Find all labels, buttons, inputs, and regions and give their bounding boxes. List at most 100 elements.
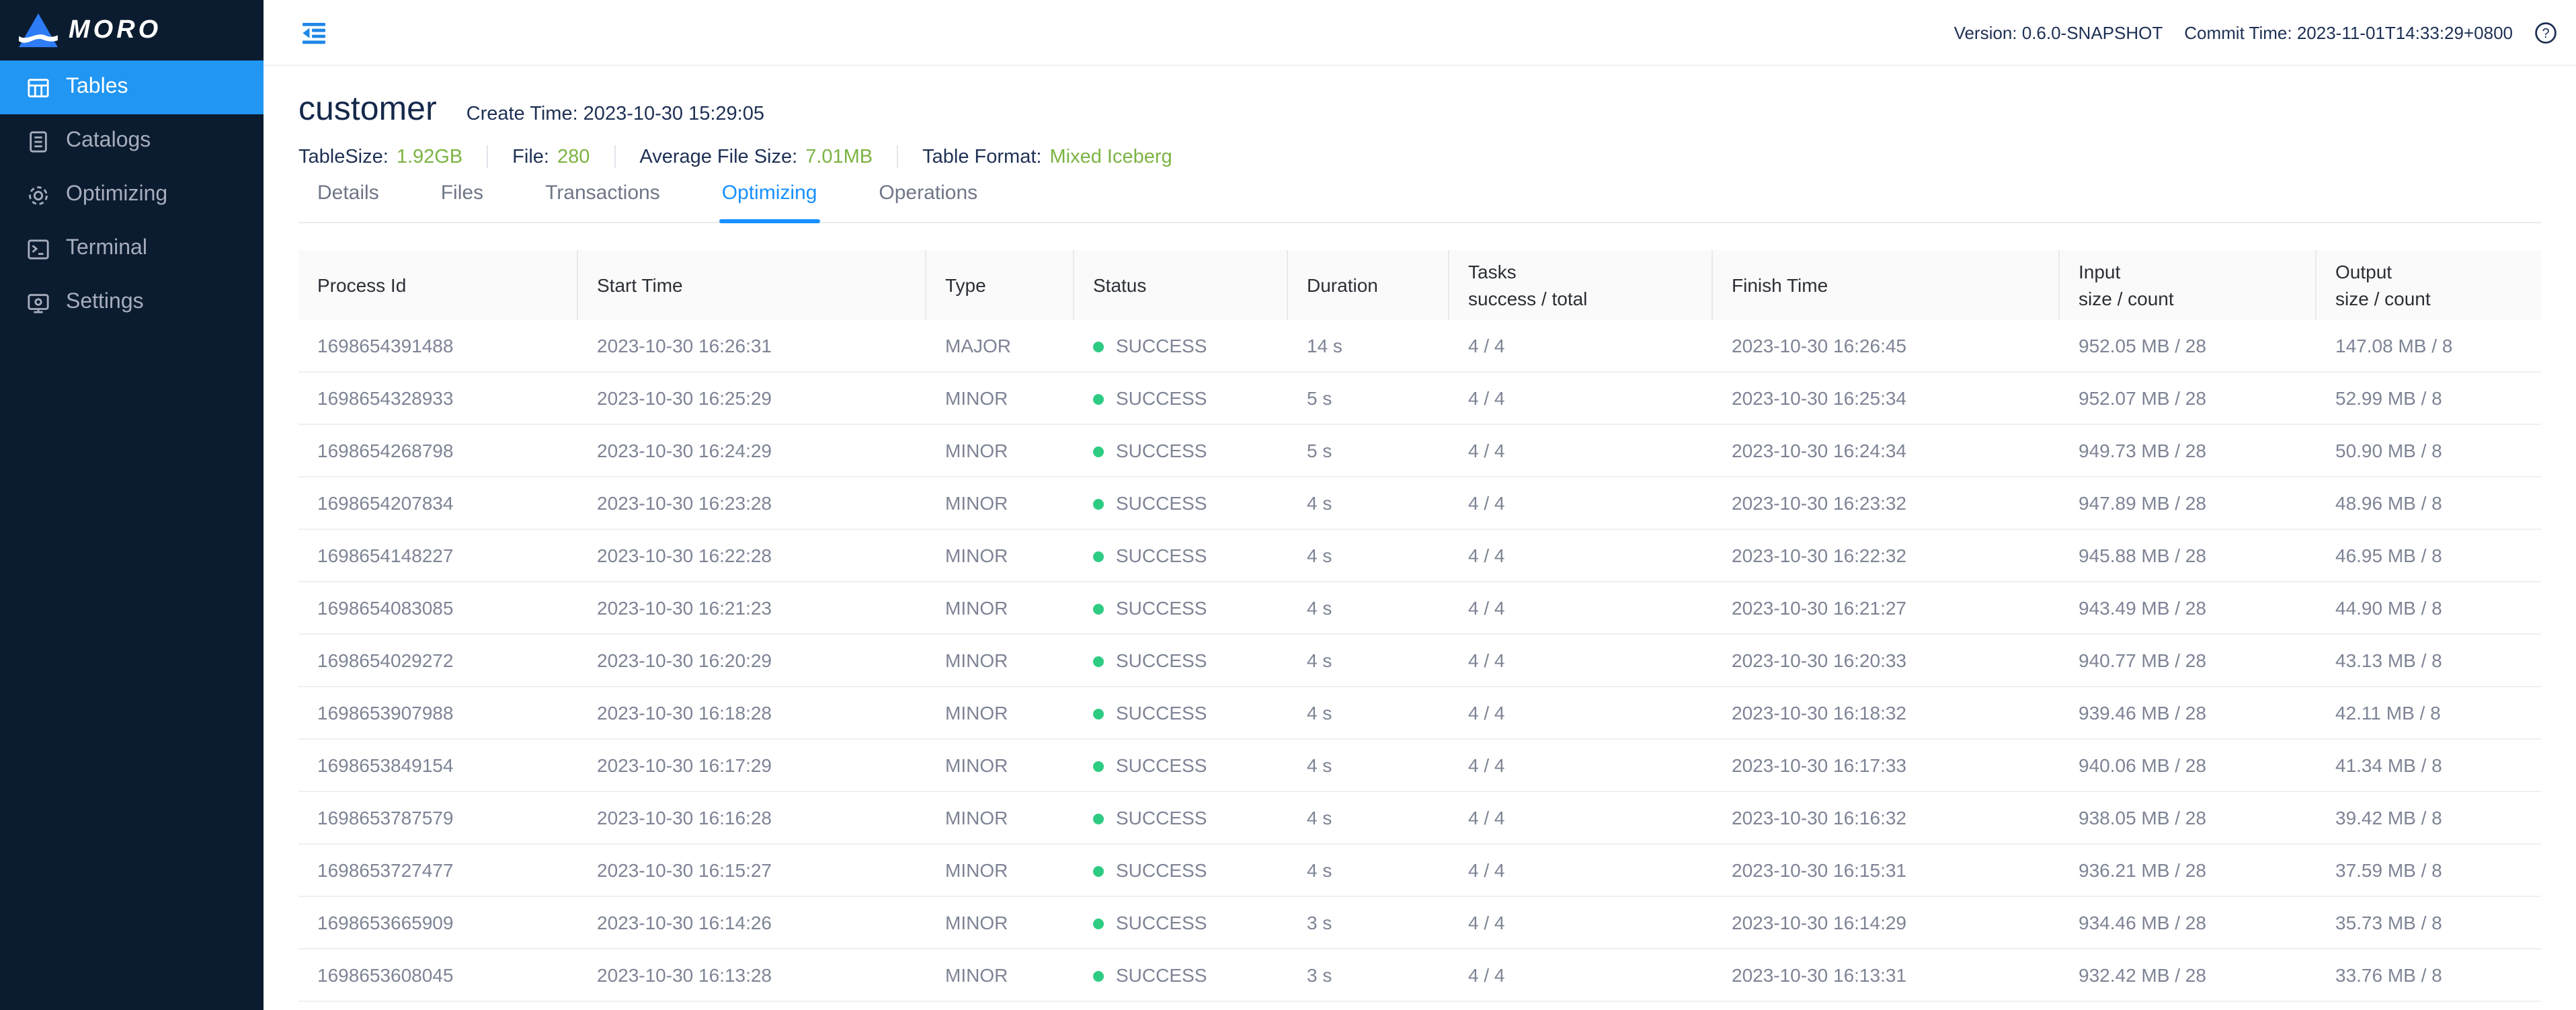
duration-cell: 5 s bbox=[1288, 424, 1449, 477]
sidebar-item-optimizing[interactable]: Optimizing bbox=[0, 168, 264, 222]
duration-cell: 4 s bbox=[1288, 844, 1449, 896]
status-cell: SUCCESS bbox=[1074, 791, 1288, 844]
col-start-time: Start Time bbox=[578, 250, 926, 320]
duration-cell: 14 s bbox=[1288, 320, 1449, 372]
finish-time-cell: 2023-10-30 16:24:34 bbox=[1713, 424, 2060, 477]
success-dot-icon bbox=[1093, 814, 1104, 824]
success-dot-icon bbox=[1093, 656, 1104, 667]
duration-cell: 3 s bbox=[1288, 949, 1449, 1001]
input-cell: 936.21 MB / 28 bbox=[2060, 844, 2317, 896]
table-row: 16986541482272023-10-30 16:22:28MINORSUC… bbox=[298, 529, 2541, 582]
tasks-cell: 4 / 4 bbox=[1449, 949, 1713, 1001]
sidebar-item-catalogs[interactable]: Catalogs bbox=[0, 114, 264, 168]
tasks-cell: 4 / 4 bbox=[1449, 634, 1713, 687]
start-time-cell: 2023-10-30 16:24:29 bbox=[578, 424, 926, 477]
success-dot-icon bbox=[1093, 446, 1104, 457]
process-table-header: Process Id Start Time Type Status Durati… bbox=[298, 250, 2541, 320]
type-cell: MINOR bbox=[926, 949, 1074, 1001]
input-cell: 945.88 MB / 28 bbox=[2060, 529, 2317, 582]
output-cell: 52.99 MB / 8 bbox=[2317, 372, 2541, 424]
sidebar-item-tables[interactable]: Tables bbox=[0, 61, 264, 114]
input-cell: 940.06 MB / 28 bbox=[2060, 739, 2317, 791]
finish-time-cell: 2023-10-30 16:16:32 bbox=[1713, 791, 2060, 844]
finish-time-cell: 2023-10-30 16:23:32 bbox=[1713, 477, 2060, 529]
finish-time-cell: 2023-10-30 16:13:31 bbox=[1713, 949, 2060, 1001]
process-table-body: 16986543914882023-10-30 16:26:31MAJORSUC… bbox=[298, 320, 2541, 1001]
tasks-cell: 4 / 4 bbox=[1449, 424, 1713, 477]
tasks-cell: 4 / 4 bbox=[1449, 372, 1713, 424]
status-cell: SUCCESS bbox=[1074, 687, 1288, 739]
tables-icon bbox=[27, 76, 50, 99]
status-cell: SUCCESS bbox=[1074, 372, 1288, 424]
type-cell: MINOR bbox=[926, 372, 1074, 424]
tasks-cell: 4 / 4 bbox=[1449, 320, 1713, 372]
stat-divider bbox=[487, 145, 488, 168]
table-row: 16986539079882023-10-30 16:18:28MINORSUC… bbox=[298, 687, 2541, 739]
duration-cell: 4 s bbox=[1288, 791, 1449, 844]
output-cell: 35.73 MB / 8 bbox=[2317, 896, 2541, 949]
output-cell: 41.34 MB / 8 bbox=[2317, 739, 2541, 791]
settings-icon bbox=[27, 291, 50, 314]
finish-time-cell: 2023-10-30 16:26:45 bbox=[1713, 320, 2060, 372]
output-cell: 33.76 MB / 8 bbox=[2317, 949, 2541, 1001]
type-cell: MINOR bbox=[926, 687, 1074, 739]
tab-operations[interactable]: Operations bbox=[879, 182, 977, 222]
topbar: Version: 0.6.0-SNAPSHOT Commit Time: 202… bbox=[264, 0, 2576, 66]
stat-table-format: Table Format:Mixed Iceberg bbox=[922, 146, 1172, 167]
table-row: 16986536659092023-10-30 16:14:26MINORSUC… bbox=[298, 896, 2541, 949]
brand-logo[interactable]: MORO bbox=[0, 0, 264, 61]
start-time-cell: 2023-10-30 16:23:28 bbox=[578, 477, 926, 529]
status-cell: SUCCESS bbox=[1074, 949, 1288, 1001]
duration-cell: 4 s bbox=[1288, 582, 1449, 634]
process-id-cell: 1698654391488 bbox=[298, 320, 578, 372]
start-time-cell: 2023-10-30 16:26:31 bbox=[578, 320, 926, 372]
success-dot-icon bbox=[1093, 604, 1104, 615]
table-row: 16986538491542023-10-30 16:17:29MINORSUC… bbox=[298, 739, 2541, 791]
col-status: Status bbox=[1074, 250, 1288, 320]
table-row: 16986543914882023-10-30 16:26:31MAJORSUC… bbox=[298, 320, 2541, 372]
duration-cell: 4 s bbox=[1288, 687, 1449, 739]
tab-optimizing[interactable]: Optimizing bbox=[722, 182, 817, 222]
type-cell: MINOR bbox=[926, 791, 1074, 844]
stat-file-count: File:280 bbox=[512, 146, 590, 167]
finish-time-cell: 2023-10-30 16:25:34 bbox=[1713, 372, 2060, 424]
start-time-cell: 2023-10-30 16:21:23 bbox=[578, 582, 926, 634]
create-time: Create Time: 2023-10-30 15:29:05 bbox=[467, 104, 764, 125]
sidebar-item-terminal[interactable]: Terminal bbox=[0, 222, 264, 276]
tab-transactions[interactable]: Transactions bbox=[545, 182, 660, 222]
process-id-cell: 1698653608045 bbox=[298, 949, 578, 1001]
success-dot-icon bbox=[1093, 551, 1104, 562]
tasks-cell: 4 / 4 bbox=[1449, 582, 1713, 634]
col-duration: Duration bbox=[1288, 250, 1449, 320]
status-cell: SUCCESS bbox=[1074, 739, 1288, 791]
input-cell: 952.07 MB / 28 bbox=[2060, 372, 2317, 424]
menu-fold-icon[interactable] bbox=[301, 21, 327, 44]
svg-text:?: ? bbox=[2542, 26, 2549, 40]
stat-average-file-size: Average File Size:7.01MB bbox=[639, 146, 873, 167]
sidebar-item-settings[interactable]: Settings bbox=[0, 276, 264, 329]
process-id-cell: 1698654029272 bbox=[298, 634, 578, 687]
process-id-cell: 1698653787579 bbox=[298, 791, 578, 844]
tasks-cell: 4 / 4 bbox=[1449, 687, 1713, 739]
sidebar-item-label: Catalogs bbox=[66, 129, 151, 153]
duration-cell: 4 s bbox=[1288, 529, 1449, 582]
process-id-cell: 1698654148227 bbox=[298, 529, 578, 582]
success-dot-icon bbox=[1093, 761, 1104, 772]
page-title: customer bbox=[298, 90, 437, 129]
question-circle-icon[interactable]: ? bbox=[2534, 21, 2557, 44]
duration-cell: 4 s bbox=[1288, 477, 1449, 529]
input-cell: 938.05 MB / 28 bbox=[2060, 791, 2317, 844]
tab-details[interactable]: Details bbox=[317, 182, 379, 222]
sidebar-item-label: Tables bbox=[66, 75, 128, 100]
catalogs-icon bbox=[27, 130, 50, 153]
status-cell: SUCCESS bbox=[1074, 634, 1288, 687]
tasks-cell: 4 / 4 bbox=[1449, 529, 1713, 582]
output-cell: 48.96 MB / 8 bbox=[2317, 477, 2541, 529]
finish-time-cell: 2023-10-30 16:15:31 bbox=[1713, 844, 2060, 896]
commit-time-text: Commit Time: 2023-11-01T14:33:29+0800 bbox=[2184, 22, 2513, 42]
success-dot-icon bbox=[1093, 866, 1104, 877]
sidebar-item-label: Optimizing bbox=[66, 183, 167, 207]
table-row: 16986537875792023-10-30 16:16:28MINORSUC… bbox=[298, 791, 2541, 844]
status-cell: SUCCESS bbox=[1074, 582, 1288, 634]
tab-files[interactable]: Files bbox=[441, 182, 483, 222]
